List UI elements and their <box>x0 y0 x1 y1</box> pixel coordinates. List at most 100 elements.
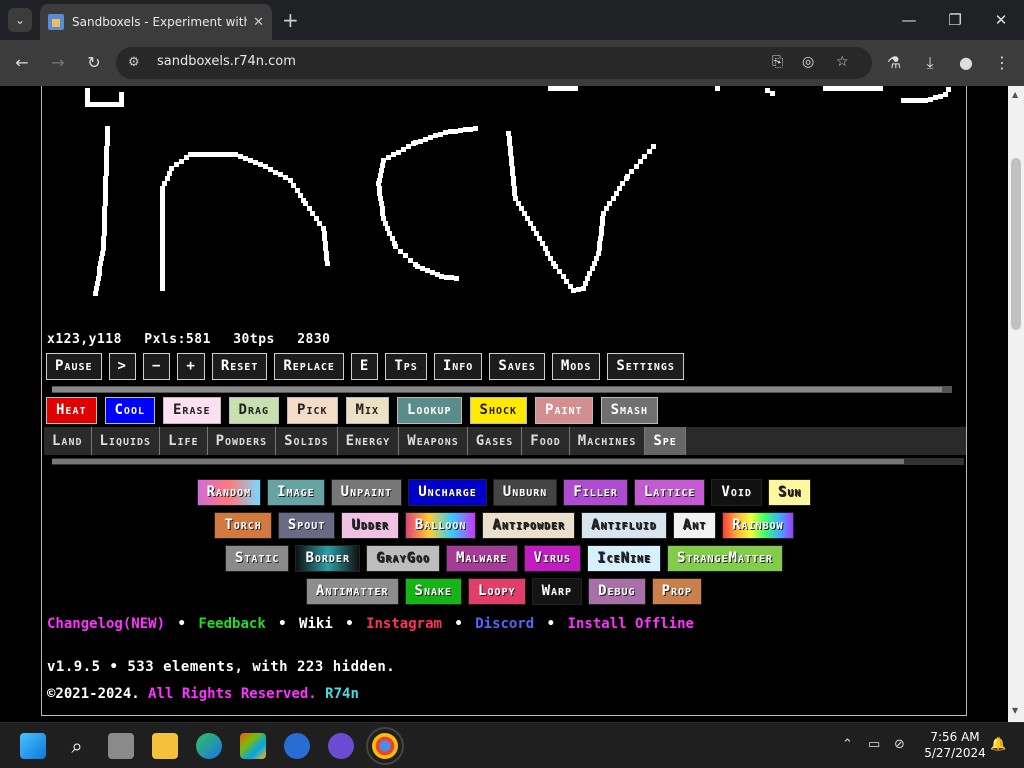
element-random-button[interactable]: Random <box>196 479 262 506</box>
search-icon[interactable]: ⌕ <box>64 733 90 759</box>
firefox-dev-icon[interactable] <box>328 733 354 759</box>
profile-icon[interactable]: ● <box>955 52 977 74</box>
owner-link[interactable]: R74n <box>325 686 359 702</box>
window-close-button[interactable]: ✕ <box>986 8 1016 32</box>
element-border-button[interactable]: Border <box>295 545 360 572</box>
element-snake-button[interactable]: Snake <box>404 578 463 605</box>
system-clock[interactable]: 7:56 AM 5/27/2024 <box>922 729 988 761</box>
element-rainbow-button[interactable]: Rainbow <box>722 512 794 539</box>
tool-smash-button[interactable]: Smash <box>600 397 659 424</box>
element-virus-button[interactable]: Virus <box>523 545 582 572</box>
control-replace-button[interactable]: Replace <box>274 353 344 380</box>
category-scrollbar-thumb[interactable] <box>52 459 904 464</box>
element-unpaint-button[interactable]: Unpaint <box>330 479 403 506</box>
network-icon[interactable]: ▭ <box>868 737 880 752</box>
element-debug-button[interactable]: Debug <box>588 578 646 605</box>
footer-link-instagram[interactable]: Instagram <box>366 616 442 632</box>
scroll-down-icon[interactable]: ▼ <box>1012 706 1018 715</box>
element-torch-button[interactable]: Torch <box>214 512 272 539</box>
element-image-button[interactable]: Image <box>267 479 325 506</box>
footer-link-feedback[interactable]: Feedback <box>198 616 265 632</box>
category-tab-spe[interactable]: Spe <box>645 427 686 455</box>
tool-mix-button[interactable]: Mix <box>345 397 389 424</box>
category-tab-solids[interactable]: Solids <box>276 427 338 455</box>
category-scrollbar[interactable] <box>52 458 964 465</box>
element-uncharge-button[interactable]: Uncharge <box>408 479 487 506</box>
control-mods-button[interactable]: Mods <box>551 353 601 380</box>
footer-link-wiki[interactable]: Wiki <box>299 616 333 632</box>
element-icenine-button[interactable]: IceNine <box>587 545 661 572</box>
control-settings-button[interactable]: Settings <box>607 353 684 380</box>
category-tab-machines[interactable]: Machines <box>570 427 646 455</box>
element-graygoo-button[interactable]: GrayGoo <box>365 545 440 572</box>
scroll-up-icon[interactable]: ▲ <box>1012 90 1018 99</box>
control-e-button[interactable]: E <box>350 353 379 380</box>
edge-icon[interactable] <box>196 733 222 759</box>
browser-tab[interactable]: Sandboxels - Experiment with F ✕ <box>40 4 272 40</box>
element-spout-button[interactable]: Spout <box>277 512 336 539</box>
forward-arrow-icon[interactable]: → <box>47 52 69 74</box>
sandbox-canvas[interactable] <box>43 86 965 330</box>
download-icon[interactable]: ⤓ <box>919 52 941 74</box>
element-warp-button[interactable]: Warp <box>531 578 583 605</box>
element-lattice-button[interactable]: Lattice <box>633 479 706 506</box>
element-void-button[interactable]: Void <box>711 479 762 506</box>
element-sun-button[interactable]: Sun <box>767 479 812 506</box>
category-tab-life[interactable]: Life <box>160 427 208 455</box>
footer-link-discord[interactable]: Discord <box>475 616 534 632</box>
tool-cool-button[interactable]: Cool <box>104 397 155 424</box>
element-udder-button[interactable]: Udder <box>341 512 399 539</box>
control-reset-button[interactable]: Reset <box>211 353 268 380</box>
tool-erase-button[interactable]: Erase <box>163 397 221 424</box>
tool-paint-button[interactable]: Paint <box>535 397 593 424</box>
element-antimatter-button[interactable]: Antimatter <box>305 578 399 605</box>
restore-button[interactable]: ❐ <box>940 8 970 32</box>
tab-search-button[interactable]: ⌄ <box>8 8 32 32</box>
control-info-button[interactable]: Info <box>433 353 483 380</box>
store-icon[interactable] <box>240 733 266 759</box>
element-ant-button[interactable]: Ant <box>672 512 717 539</box>
control-scrollbar-thumb[interactable] <box>52 387 942 392</box>
tool-drag-button[interactable]: Drag <box>228 397 280 424</box>
control-tps-button[interactable]: Tps <box>385 353 427 380</box>
labs-flask-icon[interactable]: ⚗ <box>883 52 905 74</box>
element-malware-button[interactable]: Malware <box>445 545 518 572</box>
category-tab-weapons[interactable]: Weapons <box>399 427 468 455</box>
address-bar[interactable]: ⚙ sandboxels.r74n.com ⎘ ◎ ☆ <box>116 47 872 79</box>
footer-link-changelog-new[interactable]: Changelog(NEW) <box>47 616 165 632</box>
volume-mute-icon[interactable]: ⊘ <box>894 737 905 752</box>
control-saves-button[interactable]: Saves <box>489 353 545 380</box>
control-step-button[interactable]: > <box>108 353 136 380</box>
tab-close-icon[interactable]: ✕ <box>253 15 264 30</box>
element-loopy-button[interactable]: Loopy <box>468 578 526 605</box>
install-app-icon[interactable]: ⎘ <box>772 54 783 70</box>
file-explorer-icon[interactable] <box>152 733 178 759</box>
tool-lookup-button[interactable]: Lookup <box>397 397 462 424</box>
category-tab-food[interactable]: Food <box>522 427 570 455</box>
reload-icon[interactable]: ↻ <box>83 52 105 74</box>
element-static-button[interactable]: Static <box>224 545 290 572</box>
control-scrollbar[interactable] <box>52 386 952 393</box>
control-increase-size-button[interactable]: + <box>177 353 205 380</box>
element-filler-button[interactable]: Filler <box>563 479 628 506</box>
tool-heat-button[interactable]: Heat <box>46 397 97 424</box>
category-tab-liquids[interactable]: Liquids <box>92 427 161 455</box>
category-tab-gases[interactable]: Gases <box>468 427 523 455</box>
minimize-button[interactable]: — <box>894 8 924 32</box>
element-strangematter-button[interactable]: StrangeMatter <box>666 545 784 572</box>
category-tab-land[interactable]: Land <box>44 427 92 455</box>
back-arrow-icon[interactable]: ← <box>11 52 33 74</box>
site-info-icon[interactable]: ⚙ <box>128 55 140 70</box>
element-prop-button[interactable]: Prop <box>651 578 703 605</box>
category-tab-powders[interactable]: Powders <box>208 427 277 455</box>
element-antifluid-button[interactable]: Antifluid <box>581 512 667 539</box>
firefox-icon[interactable] <box>284 733 310 759</box>
new-tab-button[interactable]: + <box>282 8 299 32</box>
notification-bell-icon[interactable]: 🔔 <box>990 737 1006 752</box>
page-scrollbar-thumb[interactable] <box>1011 158 1021 330</box>
element-balloon-button[interactable]: Balloon <box>404 512 477 539</box>
footer-link-install-offline[interactable]: Install Offline <box>568 616 694 632</box>
element-antipowder-button[interactable]: Antipowder <box>482 512 576 539</box>
tool-pick-button[interactable]: Pick <box>287 397 338 424</box>
more-menu-icon[interactable]: ⋮ <box>991 52 1013 74</box>
